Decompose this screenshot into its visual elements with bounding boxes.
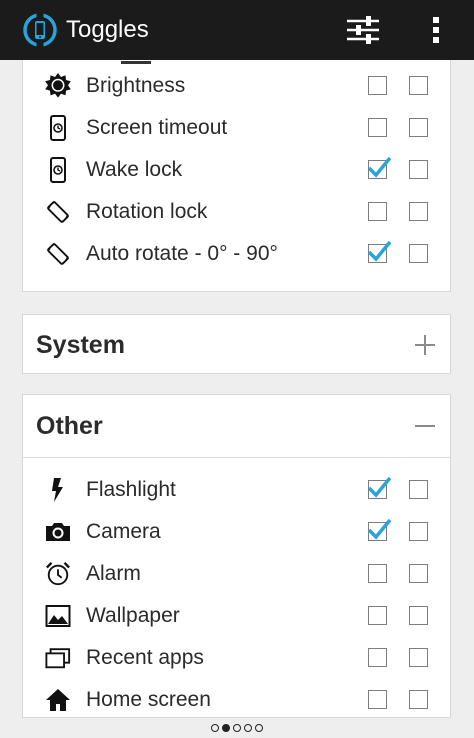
other-section-card: Other Flashlight Camera Alarm Wallpaper … xyxy=(22,394,451,718)
toggle-row-alarm[interactable]: Alarm xyxy=(23,553,450,595)
toggle-row-rotation-lock[interactable]: Rotation lock xyxy=(23,191,450,233)
recent-apps-icon xyxy=(45,648,71,669)
overflow-menu-button[interactable] xyxy=(424,12,448,48)
toggle-row-label: Brightness xyxy=(86,74,186,97)
toggle-checkbox-2[interactable] xyxy=(409,118,428,137)
toggle-checkbox-1[interactable] xyxy=(368,648,387,667)
section-title: System xyxy=(36,331,125,359)
toggle-row-auto-rotate[interactable]: Auto rotate - 0° - 90° xyxy=(23,233,450,275)
camera-icon xyxy=(46,523,70,541)
checkmark-icon xyxy=(367,156,392,178)
checkmark-icon xyxy=(367,240,392,262)
toggle-row-label: Auto rotate - 0° - 90° xyxy=(86,242,278,265)
toggle-row-wallpaper[interactable]: Wallpaper xyxy=(23,595,450,637)
partial-icon xyxy=(72,60,96,63)
wake-lock-icon xyxy=(50,157,66,183)
toggle-row-home-screen[interactable]: Home screen xyxy=(23,679,450,718)
alarm-icon xyxy=(46,562,70,586)
toggle-list[interactable]: Brightness Screen timeout Wake lock Rota… xyxy=(0,60,474,718)
toggle-checkbox-2[interactable] xyxy=(409,244,428,263)
toggle-row-label: Alarm xyxy=(86,562,141,585)
toggle-checkbox-1[interactable] xyxy=(367,240,392,263)
toggle-checkbox-1[interactable] xyxy=(368,606,387,625)
toggle-row-camera[interactable]: Camera xyxy=(23,511,450,553)
toggle-checkbox-2[interactable] xyxy=(409,160,428,179)
toggle-row-label: Recent apps xyxy=(86,646,204,669)
toggle-row-label: Wallpaper xyxy=(86,604,180,627)
wallpaper-icon xyxy=(45,605,71,627)
screen-timeout-icon xyxy=(50,115,66,141)
page-dot[interactable] xyxy=(222,724,230,732)
toggle-checkbox-2[interactable] xyxy=(409,76,428,95)
checkmark-icon xyxy=(367,476,392,498)
toggle-row-label: Camera xyxy=(86,520,161,543)
toggle-checkbox-2[interactable] xyxy=(409,202,428,221)
toggle-checkbox-2[interactable] xyxy=(409,480,428,499)
page-dot[interactable] xyxy=(211,724,219,732)
toggle-row-label: Home screen xyxy=(86,688,211,711)
toggle-checkbox-1[interactable] xyxy=(367,156,392,179)
collapse-minus-icon[interactable] xyxy=(414,415,436,437)
toggle-row-brightness[interactable]: Brightness xyxy=(23,65,450,107)
brightness-icon xyxy=(45,73,71,98)
toggle-row-recent-apps[interactable]: Recent apps xyxy=(23,637,450,679)
toggle-checkbox-1[interactable] xyxy=(367,476,392,499)
home-screen-icon xyxy=(46,689,70,711)
divider xyxy=(23,457,450,458)
system-section-card[interactable]: System xyxy=(22,314,451,374)
toggle-checkbox-1[interactable] xyxy=(368,76,387,95)
toggle-row-label: Screen timeout xyxy=(86,116,228,139)
page-dot[interactable] xyxy=(244,724,252,732)
toggle-checkbox-2[interactable] xyxy=(409,522,428,541)
toggle-checkbox-2[interactable] xyxy=(409,648,428,667)
page-dot[interactable] xyxy=(255,724,263,732)
toggle-settings-button[interactable] xyxy=(344,12,382,48)
auto-rotate-icon xyxy=(47,243,69,265)
toggle-row-label: Rotation lock xyxy=(86,200,208,223)
toggle-row-screen-timeout[interactable]: Screen timeout xyxy=(23,107,450,149)
display-section-card: Brightness Screen timeout Wake lock Rota… xyxy=(22,60,451,292)
page-dot[interactable] xyxy=(233,724,241,732)
toggle-row-label: Flashlight xyxy=(86,478,176,501)
other-section-header[interactable]: Other xyxy=(23,395,450,457)
toggle-checkbox-1[interactable] xyxy=(368,118,387,137)
sliders-icon xyxy=(347,16,379,44)
toggle-checkbox-1[interactable] xyxy=(367,518,392,541)
toggle-row-flashlight[interactable]: Flashlight xyxy=(23,469,450,511)
toggle-checkbox-1[interactable] xyxy=(368,690,387,709)
toggle-checkbox-2[interactable] xyxy=(409,564,428,583)
toggle-row-label: Wake lock xyxy=(86,158,183,181)
flashlight-icon xyxy=(52,478,63,502)
more-vert-icon xyxy=(433,17,439,43)
rotation-lock-icon xyxy=(47,201,69,223)
section-title: Other xyxy=(36,412,103,440)
checkmark-icon xyxy=(367,518,392,540)
toggle-checkbox-2[interactable] xyxy=(409,690,428,709)
app-logo-icon xyxy=(23,13,57,47)
expand-plus-icon[interactable] xyxy=(414,334,436,356)
action-bar: Toggles xyxy=(0,0,474,60)
toggle-checkbox-1[interactable] xyxy=(368,202,387,221)
app-title: Toggles xyxy=(66,16,149,43)
toggle-row-wake-lock[interactable]: Wake lock xyxy=(23,149,450,191)
page-indicator xyxy=(0,718,474,738)
toggle-checkbox-1[interactable] xyxy=(368,564,387,583)
toggle-checkbox-2[interactable] xyxy=(409,606,428,625)
partial-label xyxy=(121,60,151,64)
